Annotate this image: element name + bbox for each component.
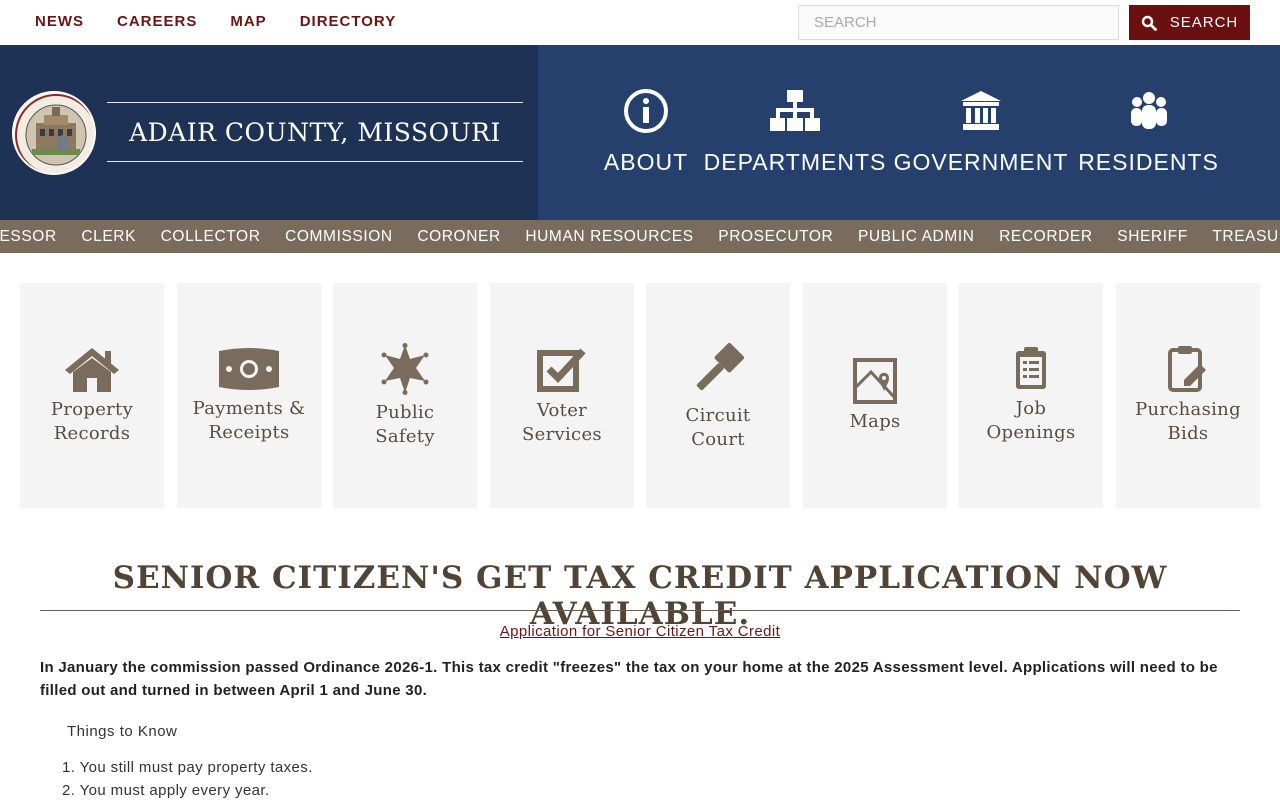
departments-bar: ASSESSOR CLERK COLLECTOR COMMISSION CORO… bbox=[0, 220, 1280, 253]
search-button-label: SEARCH bbox=[1169, 14, 1239, 31]
list-item: 2. You must apply every year. bbox=[62, 782, 270, 799]
gavel-icon bbox=[696, 342, 745, 390]
dept-link-recorder[interactable]: RECORDER bbox=[999, 228, 1093, 246]
tile-maps[interactable]: Maps bbox=[803, 283, 947, 508]
sheriff-star-icon bbox=[381, 342, 429, 395]
main-nav-departments[interactable]: DEPARTMENTS bbox=[704, 87, 885, 176]
dept-link-treasurer[interactable]: TREASURER bbox=[1212, 228, 1280, 246]
top-links: NEWS CAREERS MAP DIRECTORY bbox=[35, 13, 396, 30]
building-columns-icon bbox=[956, 87, 1006, 135]
top-link-news[interactable]: NEWS bbox=[35, 13, 84, 30]
org-chart-icon bbox=[770, 87, 820, 135]
site-title[interactable]: ADAIR COUNTY, MISSOURI bbox=[129, 118, 501, 147]
tile-circuit-court[interactable]: Circuit Court bbox=[646, 283, 790, 508]
tile-payments-receipts[interactable]: Payments & Receipts bbox=[177, 283, 321, 508]
main-nav-residents-label: RESIDENTS bbox=[1078, 149, 1219, 175]
tile-property-records-label: Property Records bbox=[50, 398, 134, 444]
headline-divider bbox=[40, 610, 1240, 611]
main-navigation: ABOUT DEPARTMENTS GOVERNMENT RESIDENTS bbox=[538, 45, 1280, 220]
dept-link-clerk[interactable]: CLERK bbox=[81, 228, 136, 246]
main-nav-government-label: GOVERNMENT bbox=[893, 149, 1069, 175]
application-link[interactable]: Application for Senior Citizen Tax Credi… bbox=[500, 623, 780, 640]
main-nav-residents[interactable]: RESIDENTS bbox=[1078, 87, 1218, 176]
article-intro: In January the commission passed Ordinan… bbox=[40, 656, 1240, 702]
header-branding: ADAIR COUNTY, MISSOURI bbox=[0, 45, 538, 220]
top-link-directory[interactable]: DIRECTORY bbox=[300, 13, 397, 30]
article-headline: SENIOR CITIZEN'S GET TAX CREDIT APPLICAT… bbox=[112, 560, 1168, 632]
tile-voter-services[interactable]: Voter Services bbox=[490, 283, 634, 508]
tile-purchasing-bids[interactable]: Purchasing Bids bbox=[1116, 283, 1260, 508]
main-nav-about-label: ABOUT bbox=[603, 149, 689, 175]
dept-link-commission[interactable]: COMMISSION bbox=[285, 228, 393, 246]
tile-purchasing-bids-label: Purchasing Bids bbox=[1135, 398, 1241, 444]
tile-maps-label: Maps bbox=[849, 410, 901, 432]
tile-public-safety[interactable]: Public Safety bbox=[333, 283, 477, 508]
people-icon bbox=[1124, 87, 1174, 135]
dept-link-public-admin[interactable]: PUBLIC ADMIN bbox=[858, 228, 975, 246]
list-item: 1. You still must pay property taxes. bbox=[62, 759, 313, 776]
tile-job-openings-label: Job Openings bbox=[986, 397, 1076, 443]
money-bill-icon bbox=[219, 347, 279, 390]
main-nav-about[interactable]: ABOUT bbox=[604, 87, 687, 176]
checkbox-icon bbox=[537, 348, 586, 392]
map-icon bbox=[853, 357, 897, 404]
things-to-know-list: 1. You still must pay property taxes. 2.… bbox=[62, 756, 313, 802]
dept-link-sheriff[interactable]: SHERIFF bbox=[1117, 228, 1188, 246]
top-link-map[interactable]: MAP bbox=[230, 13, 266, 30]
application-link-row: Application for Senior Citizen Tax Credi… bbox=[0, 623, 1280, 641]
clipboard-pen-icon bbox=[1168, 345, 1206, 392]
main-nav-departments-label: DEPARTMENTS bbox=[703, 149, 887, 175]
things-to-know-heading: Things to Know bbox=[67, 723, 178, 740]
tile-payments-receipts-label: Payments & Receipts bbox=[192, 397, 306, 443]
tile-job-openings[interactable]: Job Openings bbox=[959, 283, 1103, 508]
article-intro-line1: In January the commission passed Ordinan… bbox=[40, 659, 1218, 676]
main-nav-government[interactable]: GOVERNMENT bbox=[894, 87, 1067, 176]
article-intro-line2: filled out and turned in between April 1… bbox=[40, 682, 428, 699]
clipboard-list-icon bbox=[1016, 346, 1046, 389]
search-input[interactable] bbox=[798, 5, 1119, 40]
tile-property-records[interactable]: Property Records bbox=[20, 283, 164, 508]
dept-link-assessor[interactable]: ASSESSOR bbox=[0, 228, 57, 246]
search-icon bbox=[1141, 15, 1157, 31]
search-button[interactable]: SEARCH bbox=[1129, 5, 1250, 40]
tile-voter-services-label: Voter Services bbox=[522, 399, 602, 445]
dept-link-prosecutor[interactable]: PROSECUTOR bbox=[718, 228, 833, 246]
tile-public-safety-label: Public Safety bbox=[375, 401, 435, 447]
county-seal-logo[interactable] bbox=[12, 91, 96, 175]
dept-link-coroner[interactable]: CORONER bbox=[417, 228, 500, 246]
dept-link-collector[interactable]: COLLECTOR bbox=[161, 228, 261, 246]
top-link-careers[interactable]: CAREERS bbox=[117, 13, 197, 30]
info-icon bbox=[621, 87, 671, 135]
site-title-frame: ADAIR COUNTY, MISSOURI bbox=[107, 102, 523, 162]
tile-circuit-court-label: Circuit Court bbox=[685, 404, 751, 450]
top-utility-bar: NEWS CAREERS MAP DIRECTORY SEARCH bbox=[0, 0, 1280, 45]
dept-link-human-resources[interactable]: HUMAN RESOURCES bbox=[525, 228, 693, 246]
house-icon bbox=[65, 347, 119, 392]
